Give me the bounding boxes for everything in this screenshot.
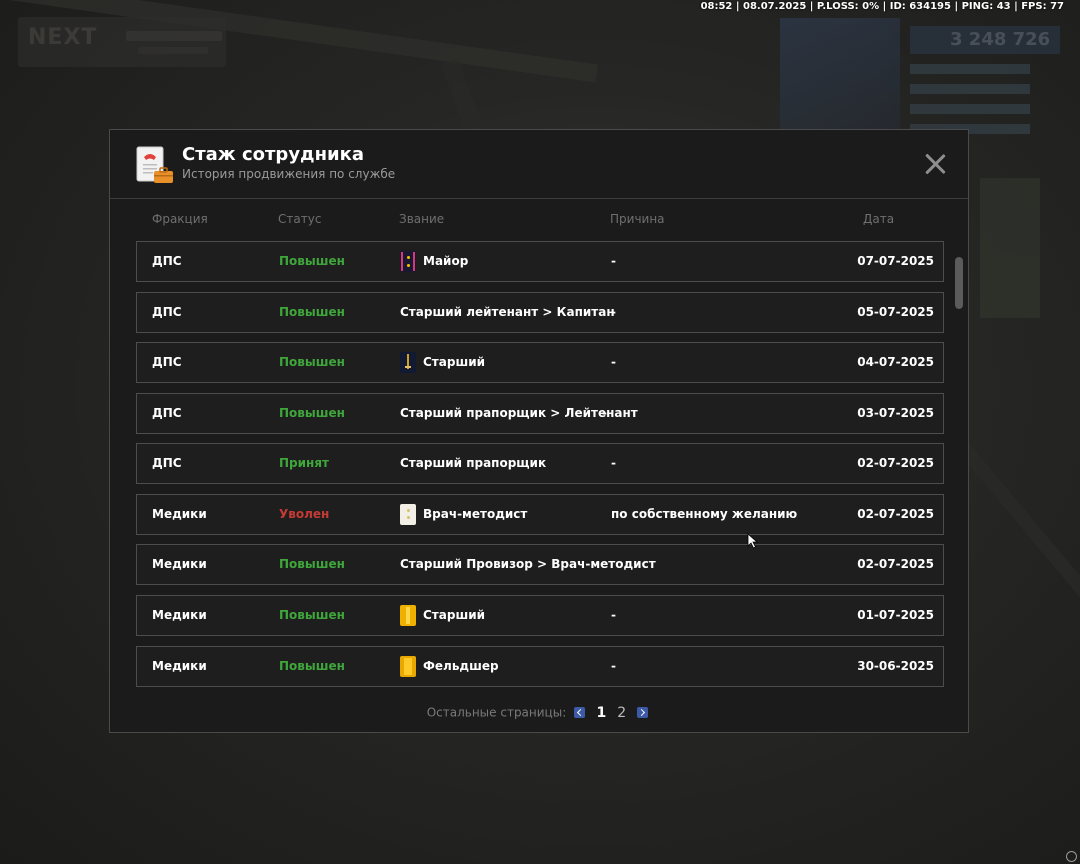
cell-rank: Врач-методист <box>423 507 528 521</box>
cell-reason: - <box>611 659 616 673</box>
table-row: ДПС Повышен Старший прапорщик > Лейтенан… <box>136 393 944 434</box>
close-icon[interactable] <box>922 151 948 177</box>
cell-status: Повышен <box>279 557 345 571</box>
page-button-1[interactable]: 1 <box>596 705 606 721</box>
cell-date: 04-07-2025 <box>857 355 934 369</box>
cell-reason: - <box>611 355 616 369</box>
cell-date: 01-07-2025 <box>857 608 934 622</box>
hud-stat-bar <box>910 104 1030 114</box>
cell-status: Повышен <box>279 659 345 673</box>
chevron-left-icon[interactable] <box>574 707 586 718</box>
medic-white-insignia-icon <box>400 504 416 525</box>
senior-insignia-icon <box>400 352 416 373</box>
cell-status: Принят <box>279 456 329 470</box>
cell-reason: - <box>611 608 616 622</box>
cell-status: Повышен <box>279 406 345 420</box>
cell-reason: - <box>611 456 616 470</box>
server-logo-text: NEXT <box>28 25 98 50</box>
cell-status: Повышен <box>279 305 345 319</box>
chevron-right-icon[interactable] <box>637 707 649 718</box>
cell-faction: ДПС <box>152 456 182 470</box>
pagination: Остальные страницы: 1 2 <box>110 702 968 722</box>
modal-title: Стаж сотрудника <box>182 144 365 165</box>
cell-status: Уволен <box>279 507 330 521</box>
cell-rank: Старший прапорщик <box>400 456 547 470</box>
cell-faction: Медики <box>152 659 207 673</box>
column-header-rank: Звание <box>399 212 445 226</box>
column-header-status: Статус <box>278 212 322 226</box>
cell-faction: ДПС <box>152 406 182 420</box>
table-row: Медики Уволен Врач-методист по собственн… <box>136 494 944 535</box>
cell-faction: ДПС <box>152 254 182 268</box>
cell-date: 03-07-2025 <box>857 406 934 420</box>
hud-money: 3 248 726 <box>910 26 1060 54</box>
table-row: Медики Повышен Старший Провизор > Врач-м… <box>136 544 944 585</box>
hud-portrait <box>780 18 900 138</box>
cell-date: 07-07-2025 <box>857 254 934 268</box>
cell-rank: Старший Провизор > Врач-методист <box>400 557 656 571</box>
cell-faction: Медики <box>152 608 207 622</box>
hud-weapon-panel <box>980 178 1040 318</box>
document-briefcase-icon <box>136 146 173 183</box>
cell-status: Повышен <box>279 254 345 268</box>
table-header: Фракция Статус Звание Причина Дата <box>136 212 944 228</box>
cell-reason: - <box>611 254 616 268</box>
cell-rank: Старший <box>423 355 486 369</box>
logo-subtitle-bar <box>138 47 208 54</box>
cell-faction: ДПС <box>152 355 182 369</box>
modal-subtitle: История продвижения по службе <box>182 167 396 181</box>
page-button-2[interactable]: 2 <box>617 705 626 721</box>
cell-rank: Старший <box>423 608 486 622</box>
cell-rank: Майор <box>423 254 469 268</box>
cell-reason: - <box>611 305 616 319</box>
major-insignia-icon <box>400 251 416 272</box>
pagination-label: Остальные страницы: <box>426 705 567 720</box>
cell-date: 02-07-2025 <box>857 557 934 571</box>
cell-status: Повышен <box>279 608 345 622</box>
employee-service-modal: Стаж сотрудника История продвижения по с… <box>109 129 969 733</box>
logo-subtitle-bar <box>126 31 222 41</box>
hud-stat-bar <box>910 84 1030 94</box>
table-row: ДПС Повышен Старший - 04-07-2025 <box>136 342 944 383</box>
cell-faction: ДПС <box>152 305 182 319</box>
cell-date: 02-07-2025 <box>857 456 934 470</box>
cell-date: 02-07-2025 <box>857 507 934 521</box>
table-row: ДПС Повышен Старший лейтенант > Капитан … <box>136 292 944 333</box>
settings-icon[interactable] <box>1066 851 1077 862</box>
cell-date: 30-06-2025 <box>857 659 934 673</box>
cell-status: Повышен <box>279 355 345 369</box>
medic-gold-insignia-icon <box>400 605 416 626</box>
cell-rank: Старший лейтенант > Капитан <box>400 305 615 319</box>
medic-gold2-insignia-icon <box>400 656 416 677</box>
cell-reason: по собственному желанию <box>611 507 798 521</box>
table-row: ДПС Повышен Майор - 07-07-2025 <box>136 241 944 282</box>
cell-faction: Медики <box>152 557 207 571</box>
status-bar: 08:52 | 08.07.2025 | P.LOSS: 0% | ID: 63… <box>700 1 1064 12</box>
cell-rank: Фельдшер <box>423 659 499 673</box>
list-scrollbar[interactable] <box>955 257 963 309</box>
column-header-date: Дата <box>863 212 895 226</box>
column-header-reason: Причина <box>610 212 665 226</box>
modal-header: Стаж сотрудника История продвижения по с… <box>110 130 968 199</box>
table-row: ДПС Принят Старший прапорщик - 02-07-202… <box>136 443 944 484</box>
cell-date: 05-07-2025 <box>857 305 934 319</box>
table-row: Медики Повышен Старший - 01-07-2025 <box>136 595 944 636</box>
cell-reason: - <box>602 406 607 420</box>
hud-stat-bar <box>910 64 1030 74</box>
cell-faction: Медики <box>152 507 207 521</box>
service-history-list[interactable]: ДПС Повышен Майор - 07-07-2025 ДПС Повыш… <box>136 241 944 687</box>
server-logo: NEXT <box>18 17 226 67</box>
column-header-faction: Фракция <box>152 212 208 226</box>
table-row: Медики Повышен Фельдшер - 30-06-2025 <box>136 646 944 687</box>
mouse-cursor-icon <box>747 533 759 549</box>
hud-money-value: 3 248 726 <box>950 29 1051 50</box>
